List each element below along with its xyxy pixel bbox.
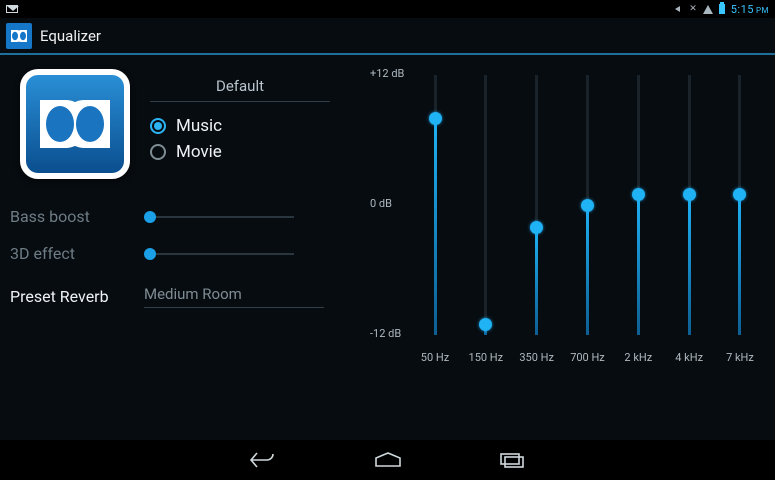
eq-band-fill <box>738 194 741 335</box>
eq-band-thumb[interactable] <box>530 221 543 234</box>
eq-band-thumb[interactable] <box>479 318 492 331</box>
eq-band-7khz[interactable]: 7 kHz <box>725 75 755 335</box>
eq-band-label: 4 kHz <box>675 351 703 364</box>
wifi-icon <box>703 5 713 14</box>
eq-band-thumb[interactable] <box>733 188 746 201</box>
eq-band-fill <box>688 194 691 335</box>
radio-unchecked-icon <box>150 144 166 160</box>
eq-band-label: 50 Hz <box>421 351 449 364</box>
three-d-effect-label: 3D effect <box>10 244 128 263</box>
db-tick-label: +12 dB <box>370 67 404 80</box>
eq-band-thumb[interactable] <box>683 188 696 201</box>
eq-band-label: 2 kHz <box>624 351 652 364</box>
eq-band-150hz[interactable]: 150 Hz <box>471 75 501 335</box>
eq-band-rail <box>484 75 487 335</box>
three-d-effect-slider[interactable] <box>144 246 294 262</box>
eq-band-label: 350 Hz <box>519 351 554 364</box>
db-tick-label: -12 dB <box>370 327 401 340</box>
page-title: Equalizer <box>40 27 101 45</box>
back-button[interactable] <box>247 449 281 471</box>
dolby-logo-large <box>20 69 130 179</box>
eq-band-350hz[interactable]: 350 Hz <box>522 75 552 335</box>
radio-label: Movie <box>176 142 222 162</box>
clock: 5:15PM <box>731 3 769 16</box>
volume-icon <box>675 4 685 14</box>
eq-band-fill <box>637 194 640 335</box>
eq-band-label: 7 kHz <box>726 351 754 364</box>
navigation-bar <box>0 440 775 480</box>
profile-radio-movie[interactable]: Movie <box>150 142 350 162</box>
eq-band-thumb[interactable] <box>581 199 594 212</box>
eq-band-700hz[interactable]: 700 Hz <box>572 75 602 335</box>
home-button[interactable] <box>371 449 405 471</box>
profile-radio-music[interactable]: Music <box>150 116 350 136</box>
battery-icon <box>719 4 725 14</box>
preset-reverb-label: Preset Reverb <box>10 287 128 306</box>
bass-boost-slider[interactable] <box>144 209 294 225</box>
db-tick-label: 0 dB <box>370 197 392 210</box>
eq-band-thumb[interactable] <box>429 112 442 125</box>
radio-checked-icon <box>150 118 166 134</box>
mail-icon <box>6 5 18 13</box>
recent-apps-button[interactable] <box>495 449 529 471</box>
eq-band-thumb[interactable] <box>632 188 645 201</box>
eq-band-4khz[interactable]: 4 kHz <box>674 75 704 335</box>
preset-reverb-dropdown[interactable]: Medium Room <box>144 285 324 308</box>
profile-dropdown[interactable]: Default <box>150 73 330 102</box>
bass-boost-label: Bass boost <box>10 207 128 226</box>
radio-label: Music <box>176 116 222 136</box>
title-bar: Equalizer <box>0 18 775 55</box>
eq-band-fill <box>586 205 589 335</box>
eq-band-50hz[interactable]: 50 Hz <box>420 75 450 335</box>
status-bar: ✕ 5:15PM <box>0 0 775 18</box>
dolby-icon <box>6 23 32 49</box>
eq-band-fill <box>434 118 437 335</box>
eq-band-fill <box>535 227 538 335</box>
equalizer-panel: +12 dB 0 dB -12 dB 50 Hz 150 Hz 350 Hz 700 Hz… <box>360 55 775 440</box>
eq-band-2khz[interactable]: 2 kHz <box>623 75 653 335</box>
mute-indicator: ✕ <box>689 4 697 14</box>
eq-band-label: 150 Hz <box>469 351 504 364</box>
eq-band-label: 700 Hz <box>570 351 605 364</box>
